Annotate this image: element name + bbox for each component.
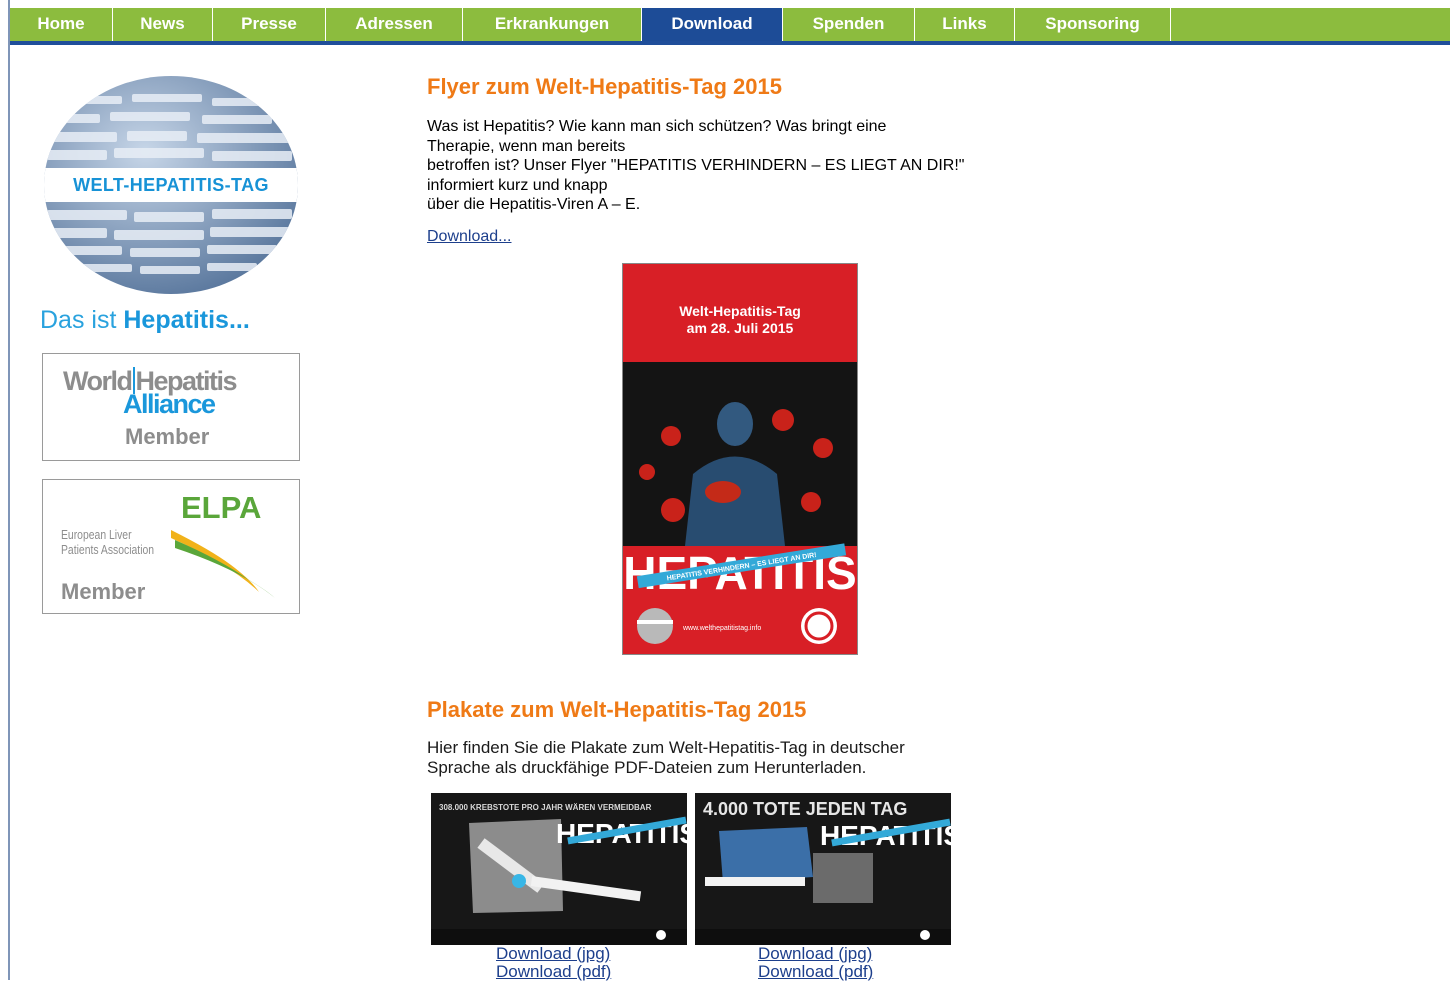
whab-alliance: Alliance	[123, 389, 216, 419]
flyer-desc-line: betroffen ist? Unser Flyer "HEPATITIS VE…	[427, 157, 965, 174]
nav-news[interactable]: News	[113, 8, 213, 41]
flyer-description: Was ist Hepatitis? Wie kann man sich sch…	[427, 117, 1047, 215]
nav-home[interactable]: Home	[10, 8, 113, 41]
elpa-member: Member	[61, 579, 146, 604]
flyer-download-link[interactable]: Download...	[427, 228, 512, 246]
posters-desc-line: Sprache als druckfähige PDF-Dateien zum …	[427, 757, 867, 777]
flyer-desc-line: informiert kurz und knapp	[427, 176, 608, 194]
nav-erkrankungen[interactable]: Erkrankungen	[463, 8, 642, 41]
posters-desc-line: Hier finden Sie die Plakate zum Welt-Hep…	[427, 738, 905, 757]
whab-member: Member	[125, 424, 210, 449]
nav-adressen[interactable]: Adressen	[326, 8, 463, 41]
flyer-header-line2: am 28. Juli 2015	[687, 320, 794, 336]
whab-world: World	[63, 366, 133, 396]
elpa-swoosh-icon	[171, 530, 275, 598]
poster-image-krebstote[interactable]: 308.000 KREBSTOTE PRO JAHR WÄREN VERMEID…	[431, 793, 687, 945]
das-ist-hepatitis-link[interactable]: Das ist Hepatitis...	[40, 306, 250, 335]
flyer-url: www.welthepatitistag.info	[682, 625, 761, 632]
flyer-desc-line: über die Hepatitis-Viren A – E.	[427, 196, 641, 213]
globe-logo-text: WELT-HEPATITIS-TAG	[73, 175, 269, 195]
nav-underline	[10, 41, 1450, 45]
das-ist-bold: Hepatitis...	[123, 306, 250, 334]
posters-section-title: Plakate zum Welt-Hepatitis-Tag 2015	[427, 697, 807, 722]
flyer-section-title: Flyer zum Welt-Hepatitis-Tag 2015	[427, 74, 782, 99]
nav-spenden[interactable]: Spenden	[783, 8, 915, 41]
posters-description: Hier finden Sie die Plakate zum Welt-Hep…	[427, 738, 905, 777]
elpa-name-line1: European Liver	[61, 527, 132, 542]
poster-headline: 4.000 TOTE JEDEN TAG	[703, 799, 907, 819]
poster-image-4000-tote[interactable]: 4.000 TOTE JEDEN TAG HEPATITIS	[695, 793, 951, 945]
nav-download[interactable]: Download	[642, 8, 783, 41]
nav-presse[interactable]: Presse	[213, 8, 326, 41]
poster1-download-pdf-link[interactable]: Download (pdf)	[496, 962, 611, 982]
poster2-download-pdf-link[interactable]: Download (pdf)	[758, 962, 873, 982]
poster-headline: 308.000 KREBSTOTE PRO JAHR WÄREN VERMEID…	[439, 803, 652, 812]
world-hepatitis-alliance-member-badge[interactable]: World Hepatitis Alliance Member	[42, 353, 300, 461]
page-left-border	[8, 0, 10, 980]
flyer-cover-image[interactable]: Welt-Hepatitis-Tag am 28. Juli 2015 HEPA…	[622, 263, 858, 655]
nav-sponsoring[interactable]: Sponsoring	[1015, 8, 1171, 41]
main-navigation: Home News Presse Adressen Erkrankungen D…	[10, 8, 1450, 41]
flyer-desc-line: Therapie, wenn man bereits	[427, 137, 626, 155]
elpa-name-line2: Patients Association	[61, 542, 155, 557]
flyer-desc-line: Was ist Hepatitis? Wie kann man sich sch…	[427, 118, 887, 135]
elpa-member-badge[interactable]: ELPA European Liver Patients Association…	[42, 479, 300, 614]
das-ist-prefix: Das ist	[40, 306, 117, 334]
nav-links[interactable]: Links	[915, 8, 1015, 41]
poster1-download-jpg-link[interactable]: Download (jpg)	[496, 944, 610, 964]
poster2-download-jpg-link[interactable]: Download (jpg)	[758, 944, 872, 964]
flyer-header-line1: Welt-Hepatitis-Tag	[679, 303, 801, 319]
